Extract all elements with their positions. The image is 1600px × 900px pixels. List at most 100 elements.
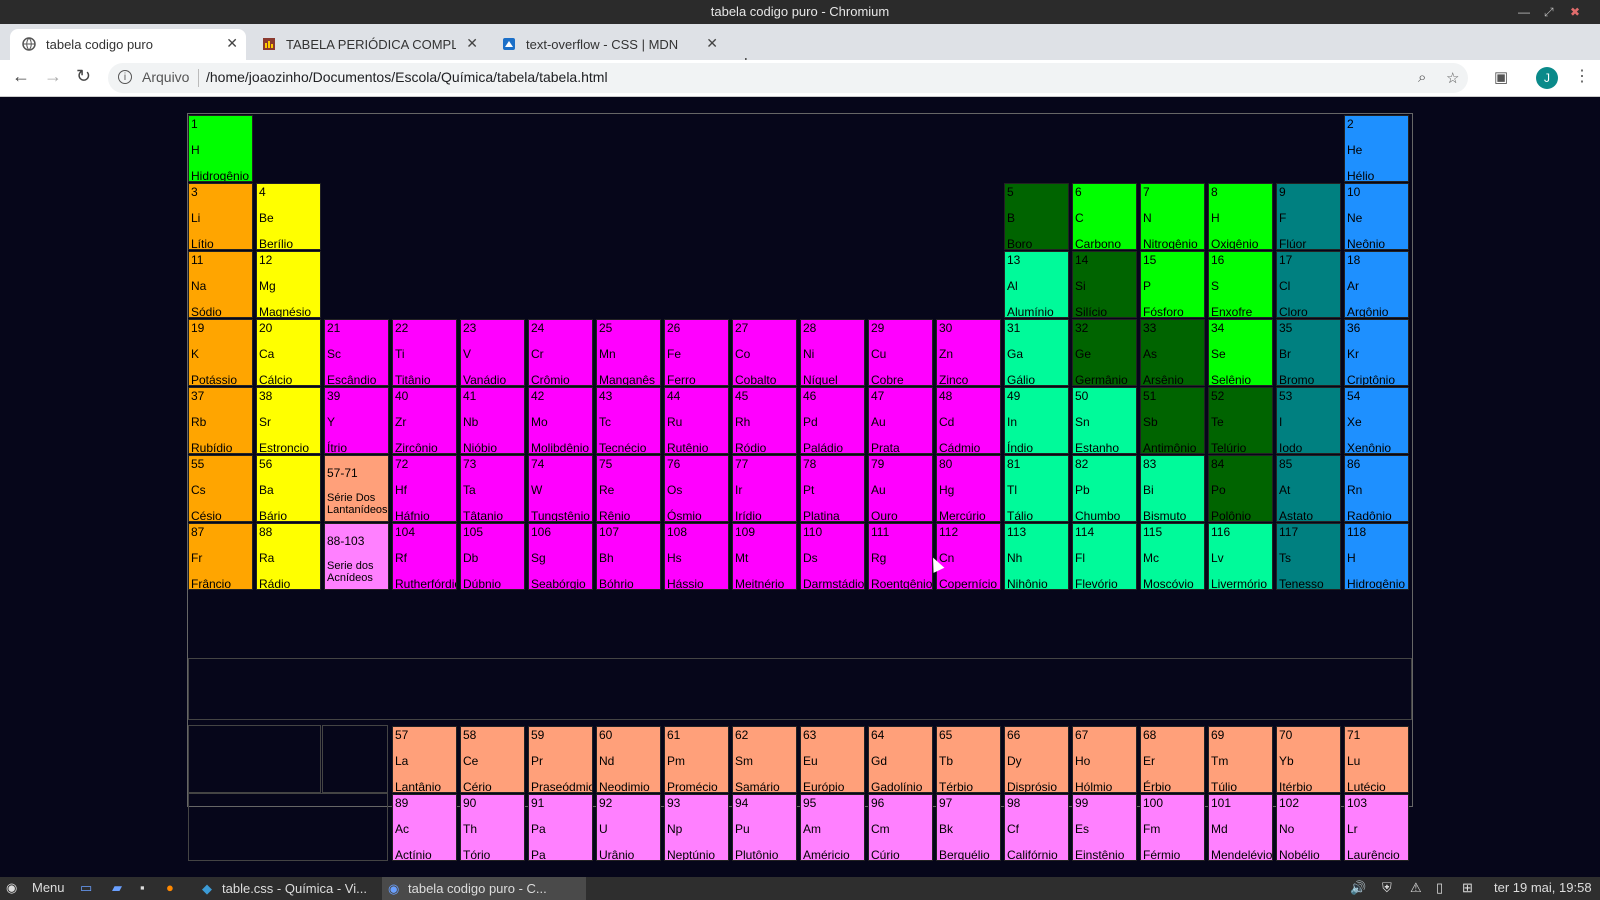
taskbar-task-chromium[interactable]: ◉ tabela codigo puro - C... [382,877,586,900]
element-name: Gadolínio [871,780,923,793]
element-name: Titânio [395,373,431,386]
maximize-icon[interactable]: ⤢ [1544,0,1554,24]
element-cell: 18 Ar Argônio [1344,251,1409,318]
atomic-number: 97 [939,796,953,810]
element-symbol: Nh [1007,551,1023,565]
element-cell: 20 Ca Cálcio [256,319,321,386]
reload-icon[interactable]: ↻ [76,66,91,87]
kebab-menu-icon[interactable]: ⋮ [1574,66,1590,86]
tab-close-icon[interactable]: ✕ [706,35,718,52]
close-window-icon[interactable]: ✖ [1570,0,1580,24]
element-cell: 38 Sr Estroncio [256,387,321,454]
show-desktop-icon[interactable]: ▭ [80,880,92,896]
atomic-number: 29 [871,321,885,335]
element-symbol: Pr [531,754,543,768]
taskbar-task-vscode[interactable]: ◆ table.css - Química - Vi... [196,877,367,900]
element-name: Lantânio [395,780,442,793]
element-cell: 48 Cd Cádmio [936,387,1001,454]
element-cell: 44 Ru Rutênio [664,387,729,454]
menu-button[interactable]: Menu [32,880,65,895]
element-symbol: Db [463,551,479,565]
avatar[interactable]: J [1536,67,1558,89]
tab-tabela-codigo-puro[interactable]: tabela codigo puro ✕ [10,29,246,60]
element-cell: 82 Pb Chumbo [1072,455,1137,522]
element-name: Bóhrio [599,577,634,590]
volume-icon[interactable]: 🔊 [1350,880,1366,896]
element-cell: 108 Hs Hássio [664,523,729,590]
element-cell: 72 Hf Háfnio [392,455,457,522]
atomic-number: 80 [939,457,953,471]
element-symbol: Nd [599,754,615,768]
atomic-number: 81 [1007,457,1021,471]
tab-close-icon[interactable]: ✕ [226,35,238,52]
battery-icon[interactable]: ▯ [1436,880,1443,896]
atomic-number: 20 [259,321,273,335]
terminal-icon[interactable]: ▪ [140,880,145,895]
element-cell: 67 Ho Hólmio [1072,726,1137,793]
mint-menu-icon[interactable]: ◉ [6,880,17,896]
element-name: Germânio [1075,373,1128,386]
element-cell: 21 Sc Escândio [324,319,389,386]
atomic-number: 8 [1211,185,1218,199]
minimize-icon[interactable]: — [1518,0,1530,24]
bookmark-star-icon[interactable]: ☆ [1446,69,1459,87]
files-icon[interactable]: ▰ [112,880,122,896]
atomic-number: 88 [259,525,273,539]
element-cell: 70 Yb Itérbio [1276,726,1341,793]
element-name: Césio [191,509,222,522]
clock[interactable]: ter 19 mai, 19:58 [1494,880,1592,895]
atomic-number: 26 [667,321,681,335]
element-symbol: Hf [395,483,407,497]
element-name: Cloro [1279,305,1308,318]
element-name: Tálio [1007,509,1034,522]
element-symbol: Si [1075,279,1086,293]
element-name: Silício [1075,305,1108,318]
element-symbol: As [1143,347,1158,361]
forward-icon[interactable]: → [44,66,62,87]
atomic-number: 105 [463,525,484,539]
element-symbol: Mc [1143,551,1159,565]
element-cell: 43 Tc Tecnécio [596,387,661,454]
network-icon[interactable]: ⊞ [1462,880,1473,896]
element-name: Neodimio [599,780,650,793]
url-text[interactable]: /home/joaozinho/Documentos/Escola/Químic… [206,69,608,85]
element-symbol: Sn [1075,415,1090,429]
element-cell: 56 Ba Bário [256,455,321,522]
shield-icon[interactable]: ⛨ [1382,880,1392,896]
atomic-number: 114 [1075,525,1095,539]
firefox-icon[interactable]: ● [166,880,174,895]
cast-icon[interactable]: ▣ [1494,68,1508,86]
element-name: Tenesso [1279,577,1324,590]
zoom-icon[interactable]: ⌕ [1418,69,1426,86]
element-cell: 35 Br Bromo [1276,319,1341,386]
address-bar[interactable]: i Arquivo /home/joaozinho/Documentos/Esc… [108,63,1468,93]
element-cell: 29 Cu Cobre [868,319,933,386]
tab-mdn[interactable]: text-overflow - CSS | MDN ✕ [490,29,726,60]
element-cell: 31 Ga Gálio [1004,319,1069,386]
element-cell: 110 Ds Darmstádio [800,523,865,590]
atomic-number: 46 [803,389,817,403]
element-cell: 107 Bh Bóhrio [596,523,661,590]
element-name: Cálcio [259,373,293,386]
element-cell: 102 No Nobélio [1276,794,1341,861]
element-symbol: Ds [803,551,818,565]
element-symbol: Cr [531,347,544,361]
tab-close-icon[interactable]: ✕ [466,35,478,52]
element-symbol: Zr [395,415,407,429]
element-name: Radônio [1347,509,1392,522]
element-symbol: Bk [939,822,954,836]
info-icon[interactable]: i [118,70,132,84]
element-name: Nihônio [1007,577,1048,590]
periodic-table: 1 H Hidrogênio 2 He Hélio 3 Li Lítio 4 Be Berílio 5 B… [187,113,1413,861]
element-cell: 114 Fl Flevório [1072,523,1137,590]
atomic-number: 75 [599,457,613,471]
element-cell: 87 Fr Frâncio [188,523,253,590]
element-name: Tório [463,848,491,861]
tab-tabela-periodica[interactable]: TABELA PERIÓDICA COMPLET ✕ [250,29,486,60]
element-cell: 45 Rh Ródio [732,387,797,454]
warning-icon[interactable]: ⚠ [1410,880,1422,896]
element-cell: 16 S Enxofre [1208,251,1273,318]
atomic-number: 89 [395,796,409,810]
back-icon[interactable]: ← [12,66,30,87]
atomic-number: 85 [1279,457,1293,471]
